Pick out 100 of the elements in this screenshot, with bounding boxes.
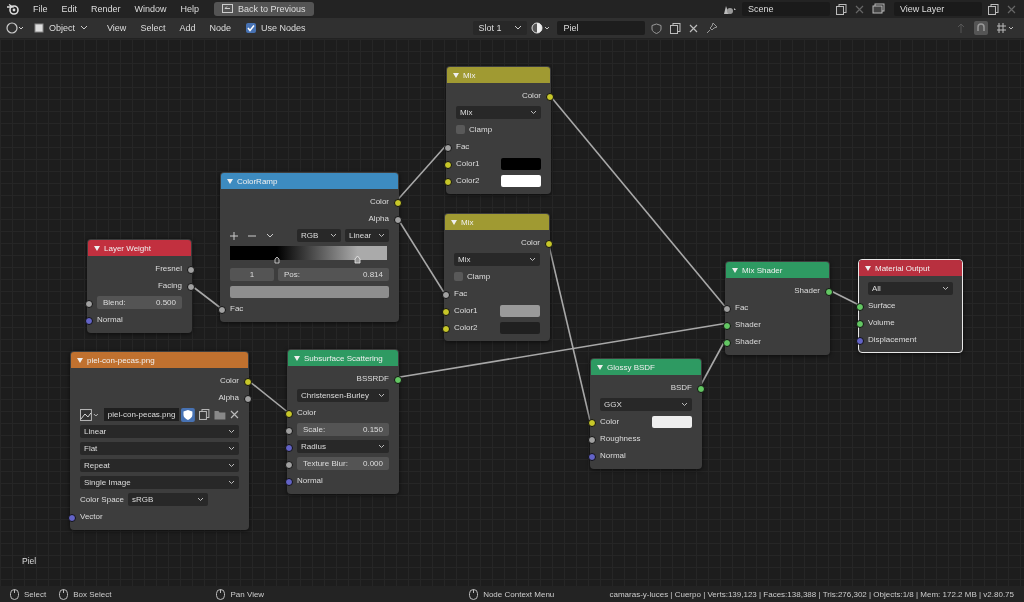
shader-node[interactable]: Subsurface Scattering BSSRDF Christensen-Burley Color Scale: 0.150 Radius Texture Blur: 0.000 Normal xyxy=(287,349,399,494)
node-header[interactable]: ColorRamp xyxy=(221,173,398,189)
close-icon[interactable] xyxy=(230,410,239,419)
dropdown[interactable]: Christensen-Burley xyxy=(297,389,389,402)
node-socket[interactable] xyxy=(545,92,554,101)
dropdown[interactable]: Single Image xyxy=(80,476,239,489)
node-socket[interactable] xyxy=(443,143,452,152)
color-swatch[interactable] xyxy=(501,174,541,187)
node-socket[interactable] xyxy=(855,319,864,328)
stop-index-field[interactable]: 1 xyxy=(230,268,274,281)
number-field[interactable]: Scale: 0.150 xyxy=(297,423,389,436)
node-socket[interactable] xyxy=(855,336,864,345)
menu-item[interactable]: Window xyxy=(129,4,172,14)
copy-icon[interactable] xyxy=(988,3,999,15)
menu-item[interactable]: Help xyxy=(175,4,205,14)
node-socket[interactable] xyxy=(243,377,252,386)
node-header[interactable]: Layer Weight xyxy=(88,240,191,256)
node-socket[interactable] xyxy=(393,215,402,224)
dropdown[interactable]: sRGB xyxy=(128,493,208,506)
position-field[interactable]: Pos: 0.814 xyxy=(278,268,389,281)
dropdown[interactable]: Flat xyxy=(80,442,239,455)
node-header[interactable]: Material Output xyxy=(859,260,962,276)
node-socket[interactable] xyxy=(84,316,93,325)
shader-node[interactable]: piel-con-pecas.png Color Alpha piel-con-pecas.png Linear Flat Repeat Single Image Color Space sRGB Vector xyxy=(70,351,249,530)
image-icon[interactable] xyxy=(80,408,100,421)
node-socket[interactable] xyxy=(243,394,252,403)
folder-icon[interactable] xyxy=(214,409,227,420)
color-swatch[interactable] xyxy=(652,415,692,428)
node-socket[interactable] xyxy=(284,443,293,452)
menu-item[interactable]: View xyxy=(102,23,132,33)
shader-node[interactable]: Mix Color Mix Clamp Fac Color1 Color2 xyxy=(444,213,550,341)
node-socket[interactable] xyxy=(587,418,596,427)
shader-node[interactable]: Mix Shader Shader Fac Shader Shader xyxy=(725,261,830,355)
dropdown[interactable]: Linear xyxy=(80,425,239,438)
plus-icon[interactable] xyxy=(230,231,238,240)
number-field[interactable]: Texture Blur: 0.000 xyxy=(297,457,389,470)
node-socket[interactable] xyxy=(696,384,705,393)
collapse-icon[interactable] xyxy=(294,355,300,361)
node-socket[interactable] xyxy=(284,477,293,486)
menu-item[interactable]: Add xyxy=(174,23,201,33)
shield-icon[interactable] xyxy=(181,407,196,422)
color-swatch[interactable] xyxy=(500,321,540,334)
dropdown[interactable]: Repeat xyxy=(80,459,239,472)
use-nodes-checkbox[interactable] xyxy=(245,23,256,33)
shader-node[interactable]: ColorRamp Color Alpha RGB Linear 1 Pos: 0.814 Fac xyxy=(220,172,399,322)
scene-field[interactable]: Scene xyxy=(742,2,830,16)
caret-icon[interactable] xyxy=(266,232,274,239)
menu-item[interactable]: Select xyxy=(135,23,171,33)
image-stack-icon[interactable] xyxy=(872,3,888,15)
node-socket[interactable] xyxy=(441,290,450,299)
node-socket[interactable] xyxy=(284,409,293,418)
menu-item[interactable]: File xyxy=(28,4,53,14)
node-socket[interactable] xyxy=(84,299,93,308)
material-name-field[interactable]: Piel xyxy=(557,21,646,35)
node-socket[interactable] xyxy=(443,160,452,169)
collapse-icon[interactable] xyxy=(865,265,871,271)
checkbox[interactable] xyxy=(454,272,463,281)
dropdown[interactable]: GGX xyxy=(600,398,692,411)
collapse-icon[interactable] xyxy=(732,267,738,273)
collapse-icon[interactable] xyxy=(77,357,83,363)
node-socket[interactable] xyxy=(217,305,226,314)
node-socket[interactable] xyxy=(722,338,731,347)
node-socket[interactable] xyxy=(67,513,76,522)
back-to-previous-button[interactable]: Back to Previous xyxy=(214,2,314,16)
blender-logo-icon[interactable] xyxy=(6,3,20,15)
collapse-icon[interactable] xyxy=(227,178,233,184)
menu-item[interactable]: Edit xyxy=(56,4,83,14)
checkbox[interactable] xyxy=(456,125,465,134)
editor-type-icon[interactable] xyxy=(6,22,26,34)
copy-icon[interactable] xyxy=(836,3,847,15)
copy-icon[interactable] xyxy=(199,409,211,420)
node-socket[interactable] xyxy=(284,460,293,469)
dropdown[interactable]: Mix xyxy=(454,253,540,266)
node-socket[interactable] xyxy=(824,287,833,296)
mode-dropdown[interactable]: Object xyxy=(30,22,92,34)
slot-dropdown[interactable]: Slot 1 xyxy=(473,21,528,35)
snap-icon[interactable] xyxy=(974,21,988,35)
dropdown[interactable]: Mix xyxy=(456,106,541,119)
close-icon[interactable] xyxy=(689,23,699,33)
node-socket[interactable] xyxy=(544,239,553,248)
color-swatch[interactable] xyxy=(500,304,540,317)
node-socket[interactable] xyxy=(441,324,450,333)
node-socket[interactable] xyxy=(441,307,450,316)
node-socket[interactable] xyxy=(393,375,402,384)
collapse-icon[interactable] xyxy=(597,364,603,370)
node-editor-canvas[interactable] xyxy=(0,39,1024,586)
dropdown[interactable]: All xyxy=(868,282,953,295)
number-field[interactable]: Blend: 0.500 xyxy=(97,296,182,309)
node-socket[interactable] xyxy=(587,435,596,444)
color-swatch[interactable] xyxy=(501,157,541,170)
node-socket[interactable] xyxy=(722,304,731,313)
color-swatch[interactable] xyxy=(230,285,389,298)
node-socket[interactable] xyxy=(443,177,452,186)
node-header[interactable]: piel-con-pecas.png xyxy=(71,352,248,368)
node-socket[interactable] xyxy=(393,198,402,207)
node-socket[interactable] xyxy=(587,452,596,461)
color-ramp-drawing[interactable] xyxy=(230,246,387,264)
pin-icon[interactable] xyxy=(706,22,719,34)
node-socket[interactable] xyxy=(186,282,195,291)
menu-item[interactable]: Render xyxy=(86,4,126,14)
